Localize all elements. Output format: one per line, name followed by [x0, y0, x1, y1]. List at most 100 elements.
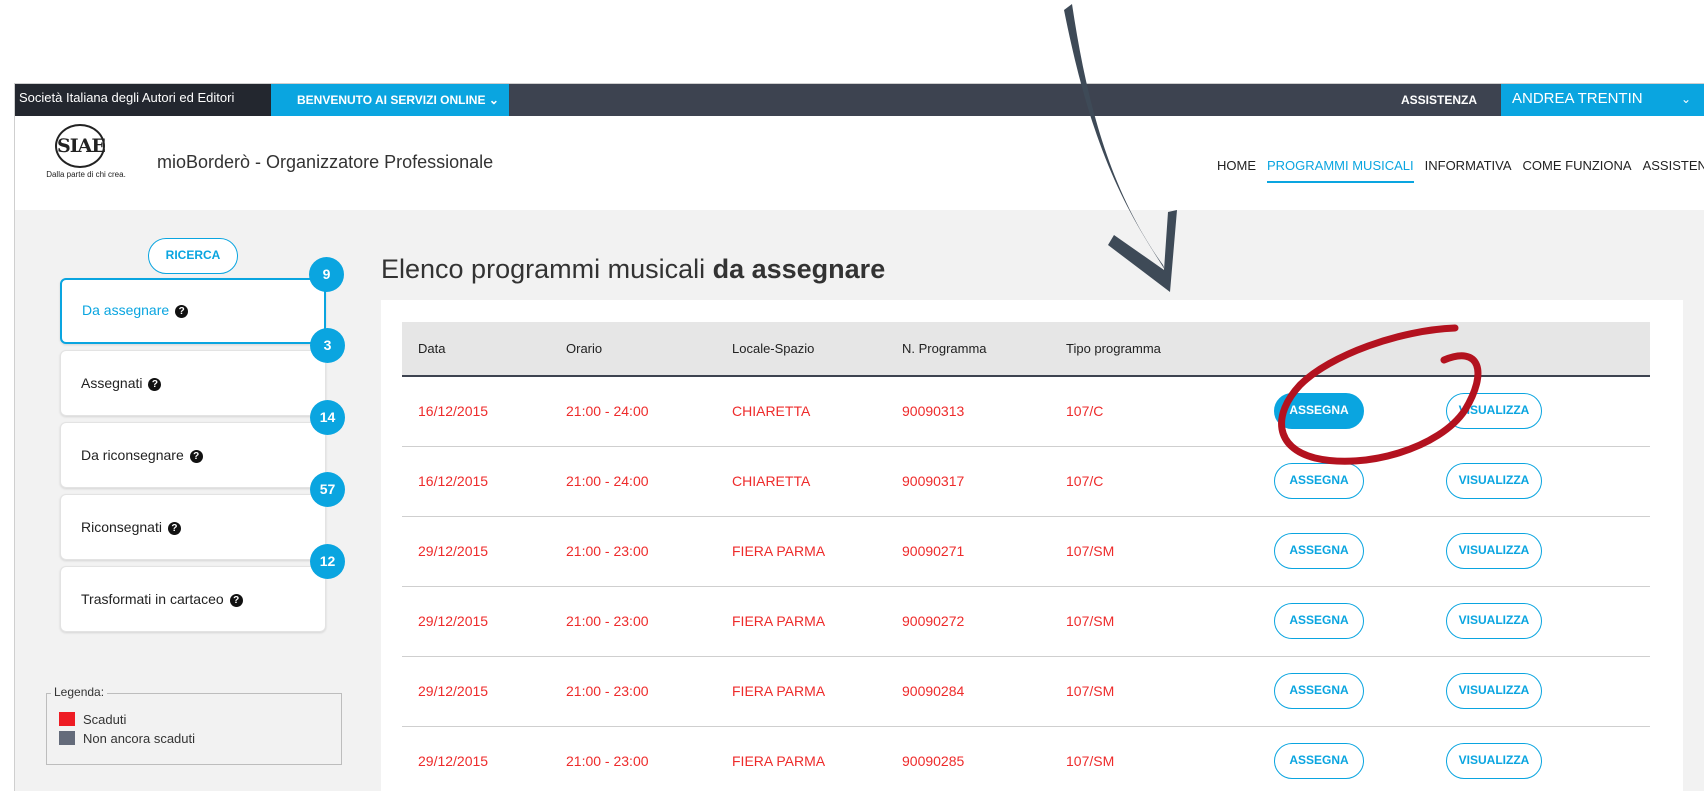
chevron-down-icon: ⌄	[488, 93, 499, 107]
status-card-text: Trasformati in cartaceo	[81, 591, 224, 607]
status-card-text: Assegnati	[81, 375, 143, 391]
cell-data: 29/12/2015	[402, 516, 550, 587]
page-title-bold: da assegnare	[712, 254, 886, 284]
cell-view: VISUALIZZA	[1418, 586, 1650, 657]
cell-numero: 90090272	[886, 586, 1050, 657]
assign-button[interactable]: ASSEGNA	[1274, 603, 1364, 639]
count-badge: 9	[309, 257, 344, 292]
cell-orario: 21:00 - 24:00	[550, 376, 716, 447]
status-card-label: Da assegnare?	[82, 302, 189, 318]
cell-assign: ASSEGNA	[1238, 376, 1418, 447]
assign-button[interactable]: ASSEGNA	[1274, 743, 1364, 779]
view-button[interactable]: VISUALIZZA	[1446, 463, 1542, 499]
help-icon[interactable]: ?	[167, 522, 181, 535]
status-card-da-riconsegnare[interactable]: Da riconsegnare? 14	[60, 400, 345, 488]
cell-locale: FIERA PARMA	[716, 656, 886, 727]
table-header-row: Data Orario Locale-Spazio N. Programma Tipo …	[402, 322, 1650, 377]
top-bar: Società Italiana degli Autori ed Editori…	[15, 84, 1704, 116]
cell-orario: 21:00 - 23:00	[550, 586, 716, 657]
nav-item-home[interactable]: HOME	[1217, 158, 1256, 183]
cell-tipo: 107/C	[1050, 376, 1238, 447]
help-icon[interactable]: ?	[148, 378, 162, 391]
search-button[interactable]: RICERCA	[148, 238, 238, 274]
count-badge: 3	[310, 328, 345, 363]
legend: Legenda: Scaduti Non ancora scaduti	[46, 685, 342, 765]
help-icon[interactable]: ?	[175, 305, 189, 318]
cell-view: VISUALIZZA	[1418, 376, 1650, 447]
legend-label-not-expired: Non ancora scaduti	[83, 731, 196, 746]
table-row: 29/12/2015 21:00 - 23:00 FIERA PARMA 900902…	[402, 586, 1650, 657]
table-body: 16/12/2015 21:00 - 24:00 CHIARETTA 90090313…	[402, 376, 1650, 791]
table-row: 16/12/2015 21:00 - 24:00 CHIARETTA 90090317…	[402, 446, 1650, 517]
cell-locale: CHIARETTA	[716, 376, 886, 447]
status-card-label: Riconsegnati?	[81, 519, 181, 535]
cell-data: 29/12/2015	[402, 586, 550, 657]
user-menu-button[interactable]: ANDREA TRENTIN ⌄	[1501, 84, 1704, 116]
count-badge: 57	[310, 472, 345, 507]
table-row: 29/12/2015 21:00 - 23:00 FIERA PARMA 900902…	[402, 726, 1650, 791]
nav-item-informativa[interactable]: INFORMATIVA	[1425, 158, 1512, 183]
services-menu-button[interactable]: BENVENUTO AI SERVIZI ONLINE ⌄	[271, 84, 509, 116]
nav-item-programmi-musicali[interactable]: PROGRAMMI MUSICALI	[1267, 158, 1414, 183]
view-button[interactable]: VISUALIZZA	[1446, 603, 1542, 639]
status-card-assegnati[interactable]: Assegnati? 3	[60, 328, 345, 416]
user-name: ANDREA TRENTIN	[1512, 90, 1643, 107]
status-card-trasformati-in-cartaceo[interactable]: Trasformati in cartaceo? 12	[60, 544, 345, 632]
column-header: Tipo programma	[1050, 322, 1238, 377]
assign-button[interactable]: ASSEGNA	[1274, 673, 1364, 709]
legend-item-expired: Scaduti	[59, 712, 126, 727]
cell-numero: 90090284	[886, 656, 1050, 727]
cell-view: VISUALIZZA	[1418, 656, 1650, 727]
cell-locale: FIERA PARMA	[716, 586, 886, 657]
table-row: 16/12/2015 21:00 - 24:00 CHIARETTA 90090313…	[402, 376, 1650, 447]
assign-button[interactable]: ASSEGNA	[1274, 463, 1364, 499]
column-header: N. Programma	[886, 322, 1050, 377]
status-card-riconsegnati[interactable]: Riconsegnati? 57	[60, 472, 345, 560]
page-title-regular: Elenco programmi musicali	[381, 254, 713, 284]
status-card-label: Da riconsegnare?	[81, 447, 203, 463]
column-header-actions	[1238, 322, 1418, 377]
column-header: Orario	[550, 322, 716, 377]
app-window: Società Italiana degli Autori ed Editori…	[14, 83, 1704, 791]
programs-table: Data Orario Locale-Spazio N. Programma Tipo …	[402, 322, 1650, 791]
siae-logo[interactable]: SIAE Dalla parte di chi crea.	[43, 124, 129, 184]
view-button[interactable]: VISUALIZZA	[1446, 743, 1542, 779]
nav-item-assistenza[interactable]: ASSISTENZA	[1643, 158, 1704, 183]
cell-orario: 21:00 - 23:00	[550, 656, 716, 727]
assign-button[interactable]: ASSEGNA	[1274, 533, 1364, 569]
column-header-actions	[1418, 322, 1650, 377]
help-icon[interactable]: ?	[189, 450, 203, 463]
cell-data: 16/12/2015	[402, 446, 550, 517]
programs-panel: Data Orario Locale-Spazio N. Programma Tipo …	[381, 300, 1683, 791]
table-row: 29/12/2015 21:00 - 23:00 FIERA PARMA 900902…	[402, 656, 1650, 727]
top-assistance-link[interactable]: ASSISTENZA	[1401, 84, 1477, 116]
nav-item-come-funziona[interactable]: COME FUNZIONA	[1523, 158, 1632, 183]
siae-logo-mark: SIAE	[55, 124, 106, 168]
org-name: Società Italiana degli Autori ed Editori	[15, 84, 271, 116]
chevron-down-icon: ⌄	[1680, 92, 1691, 106]
cell-tipo: 107/SM	[1050, 726, 1238, 791]
cell-view: VISUALIZZA	[1418, 726, 1650, 791]
cell-assign: ASSEGNA	[1238, 656, 1418, 727]
cell-orario: 21:00 - 23:00	[550, 726, 716, 791]
legend-label-expired: Scaduti	[83, 712, 127, 727]
count-badge: 12	[310, 544, 345, 579]
view-button[interactable]: VISUALIZZA	[1446, 673, 1542, 709]
cell-locale: CHIARETTA	[716, 446, 886, 517]
view-button[interactable]: VISUALIZZA	[1446, 393, 1542, 430]
cell-data: 16/12/2015	[402, 376, 550, 447]
page-title: Elenco programmi musicali da assegnare	[381, 254, 885, 285]
legend-swatch-expired	[59, 712, 75, 726]
cell-numero: 90090285	[886, 726, 1050, 791]
cell-numero: 90090313	[886, 376, 1050, 447]
assign-button[interactable]: ASSEGNA	[1274, 393, 1364, 430]
status-card-da-assegnare[interactable]: Da assegnare? 9	[60, 257, 344, 344]
help-icon[interactable]: ?	[229, 594, 243, 607]
cell-assign: ASSEGNA	[1238, 726, 1418, 791]
cell-locale: FIERA PARMA	[716, 726, 886, 791]
cell-assign: ASSEGNA	[1238, 516, 1418, 587]
cell-tipo: 107/SM	[1050, 586, 1238, 657]
cell-locale: FIERA PARMA	[716, 516, 886, 587]
view-button[interactable]: VISUALIZZA	[1446, 533, 1542, 569]
cell-tipo: 107/SM	[1050, 656, 1238, 727]
